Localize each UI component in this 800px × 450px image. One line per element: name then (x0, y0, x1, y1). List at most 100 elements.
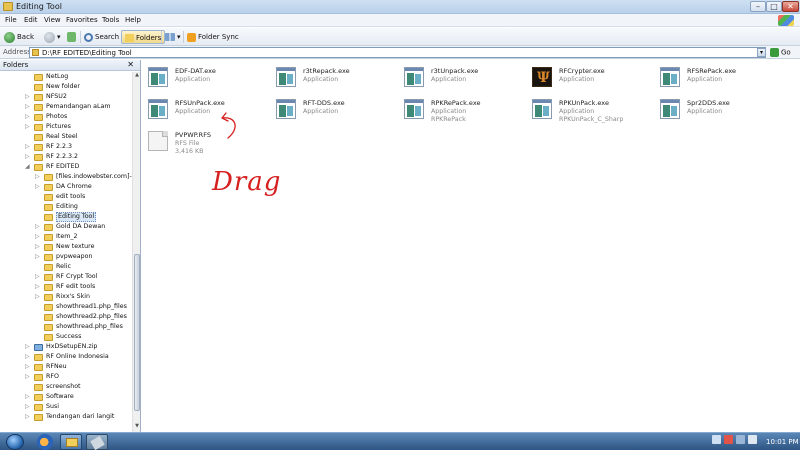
network-icon[interactable] (712, 435, 721, 444)
file-item[interactable]: RPKUnPack.exe Application RPKUnPack_C_Shar… (528, 95, 646, 123)
expand-arrow-icon[interactable]: ▷ (25, 92, 31, 102)
back-label: Back (17, 33, 34, 41)
expand-arrow-icon[interactable]: ▷ (25, 342, 31, 352)
address-field[interactable]: D:\RF EDITED\Editing Tool (29, 47, 766, 58)
expand-arrow-icon[interactable]: ▷ (35, 172, 41, 182)
explorer-window: Editing Tool – □ ✕ File Edit View Favori… (0, 0, 800, 432)
file-item[interactable]: RPKRePack.exe Application RPKRePack (400, 95, 518, 123)
go-button[interactable]: Go (770, 48, 791, 57)
views-button[interactable]: ▾ (165, 30, 181, 44)
icon-glyph (149, 100, 167, 103)
file-item[interactable]: r3tRepack.exe Application (272, 63, 390, 91)
folders-pane-close-button[interactable]: ✕ (127, 60, 134, 69)
folder-tree-label: Editing (56, 203, 78, 210)
expand-arrow-icon[interactable]: ▷ (25, 112, 31, 122)
expand-arrow-icon[interactable]: ▷ (35, 272, 41, 282)
folder-icon (44, 174, 53, 181)
alert-icon[interactable] (724, 435, 733, 444)
expand-arrow-icon[interactable]: ▷ (25, 392, 31, 402)
title-bar[interactable]: Editing Tool – □ ✕ (0, 0, 800, 14)
menu-view[interactable]: View (44, 16, 61, 24)
folders-button[interactable]: Folders (121, 30, 166, 44)
views-dropdown[interactable]: ▾ (177, 33, 181, 41)
file-item[interactable]: EDF-DAT.exe Application (144, 63, 262, 91)
file-item[interactable]: RFSRePack.exe Application (656, 63, 774, 91)
forward-dropdown[interactable]: ▾ (57, 33, 61, 41)
expand-arrow-icon[interactable]: ▷ (25, 352, 31, 362)
menu-file[interactable]: File (5, 16, 17, 24)
firefox-taskbar-icon[interactable] (37, 434, 53, 450)
expand-arrow-icon[interactable]: ▷ (35, 222, 41, 232)
maximize-button[interactable]: □ (766, 1, 782, 12)
file-item[interactable]: Spr2DDS.exe Application (656, 95, 774, 123)
file-extra: RPKUnPack_C_Sharp (559, 116, 624, 123)
folder-icon (44, 334, 53, 341)
page-fold (162, 131, 168, 137)
file-name: PVPWP.RFS (175, 131, 211, 139)
icon-glyph (149, 68, 167, 71)
tool-taskbar-button[interactable] (86, 434, 108, 450)
expand-arrow-icon[interactable]: ▷ (25, 152, 31, 162)
expand-arrow-icon[interactable]: ▷ (25, 372, 31, 382)
menu-edit[interactable]: Edit (24, 16, 38, 24)
expand-arrow-icon[interactable]: ▷ (35, 292, 41, 302)
folder-icon (44, 204, 53, 211)
minimize-button[interactable]: – (750, 1, 766, 12)
expand-arrow-icon[interactable]: ▷ (25, 142, 31, 152)
expand-arrow-icon[interactable]: ▷ (35, 182, 41, 192)
folder-icon (44, 184, 53, 191)
expand-arrow-icon[interactable]: ▷ (35, 252, 41, 262)
address-dropdown-button[interactable]: ▾ (757, 48, 766, 57)
icon-glyph (661, 68, 679, 71)
folder-icon (44, 274, 53, 281)
scroll-up-arrow[interactable]: ▲ (133, 72, 141, 80)
expand-arrow-icon[interactable]: ▷ (25, 122, 31, 132)
expand-arrow-icon[interactable]: ▷ (25, 102, 31, 112)
search-button[interactable]: Search (84, 30, 119, 44)
back-button[interactable]: Back (4, 30, 34, 44)
folder-tree-label: Pictures (46, 123, 71, 130)
expand-arrow-icon[interactable]: ▷ (25, 412, 31, 422)
file-item[interactable]: RFT-DDS.exe Application (272, 95, 390, 123)
menu-help[interactable]: Help (125, 16, 141, 24)
folder-icon (34, 394, 43, 401)
go-arrow-icon (770, 48, 779, 57)
folder-sync-button[interactable]: Folder Sync (187, 30, 239, 44)
explorer-taskbar-button[interactable] (60, 434, 82, 450)
icon-glyph (405, 68, 423, 71)
application-icon (148, 99, 168, 119)
file-item[interactable]: Ψ RFCrypter.exe Application (528, 63, 646, 91)
taskbar: 10:01 PM (0, 432, 800, 450)
up-button[interactable] (67, 30, 78, 44)
folder-tree-scrollbar[interactable]: ▲ ▼ (132, 72, 140, 432)
expand-arrow-icon[interactable]: ▷ (25, 402, 31, 412)
expand-arrow-icon[interactable]: ▷ (35, 242, 41, 252)
icon-glyph (671, 74, 677, 84)
expand-arrow-icon[interactable]: ▷ (25, 362, 31, 372)
close-button[interactable]: ✕ (782, 1, 799, 12)
expand-arrow-icon[interactable]: ▷ (35, 232, 41, 242)
forward-button[interactable]: ▾ (44, 30, 61, 44)
folder-tree-label: Tendangan dari langit (46, 413, 115, 420)
search-icon (84, 32, 93, 42)
window-title: Editing Tool (16, 2, 62, 11)
address-bar: Address D:\RF EDITED\Editing Tool ▾ Go (0, 46, 800, 59)
expand-arrow-icon[interactable]: ◢ (25, 162, 31, 172)
menu-tools[interactable]: Tools (102, 16, 119, 24)
menu-favorites[interactable]: Favorites (66, 16, 98, 24)
file-item[interactable]: r3tUnpack.exe Application (400, 63, 518, 91)
expand-arrow-icon[interactable]: ▷ (35, 282, 41, 292)
scroll-down-arrow[interactable]: ▼ (133, 423, 141, 431)
display-icon[interactable] (736, 435, 745, 444)
start-button[interactable] (6, 434, 24, 450)
folder-icon (34, 154, 43, 161)
zip-icon (34, 344, 43, 351)
folder-icon (32, 49, 39, 56)
scrollbar-thumb[interactable] (134, 254, 140, 411)
application-icon (148, 67, 168, 87)
folder-icon (44, 294, 53, 301)
volume-icon[interactable] (748, 435, 757, 444)
clock[interactable]: 10:01 PM (766, 438, 799, 446)
folders-pane-title: Folders (3, 61, 29, 69)
folder-tree-label: NFSU2 (46, 93, 67, 100)
